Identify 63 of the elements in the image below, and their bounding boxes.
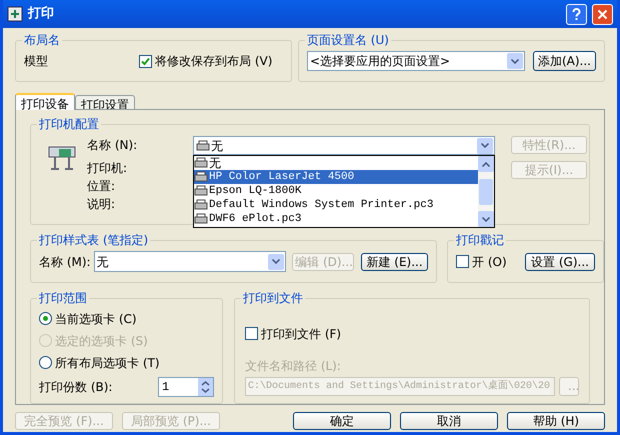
help-button[interactable] bbox=[566, 4, 587, 24]
group-title: 打印戳记 bbox=[454, 232, 506, 248]
app-icon bbox=[7, 6, 23, 22]
dropdown-button[interactable] bbox=[478, 211, 494, 227]
field-label: 说明: bbox=[87, 196, 116, 213]
checkbox-label: 将修改保存到布局 (V) bbox=[155, 53, 272, 70]
new-button[interactable]: 新建 (E)... bbox=[361, 252, 428, 271]
caret-icon bbox=[510, 58, 519, 64]
dropdown-button[interactable] bbox=[506, 53, 523, 69]
style-name-label: 名称 (M): bbox=[39, 254, 91, 271]
scroll-thumb[interactable] bbox=[479, 178, 493, 204]
radio-label: 选定的选项卡 (S) bbox=[55, 332, 148, 350]
dropdown-button[interactable] bbox=[478, 156, 494, 172]
checkbox-label: 开 (O) bbox=[472, 254, 508, 271]
radio-button[interactable] bbox=[39, 356, 52, 370]
copies-label: 打印份数 (B): bbox=[39, 378, 112, 396]
dropdown-button[interactable] bbox=[268, 254, 284, 270]
close-button[interactable] bbox=[592, 4, 613, 24]
printer-name-select[interactable]: 无 bbox=[193, 136, 495, 155]
caret-icon bbox=[272, 259, 280, 264]
group-title: 打印范围 bbox=[37, 290, 89, 306]
add-button[interactable]: 添加(A)... bbox=[532, 51, 596, 71]
dropdown-button[interactable] bbox=[477, 138, 493, 154]
copies-spinner[interactable]: 1 bbox=[158, 376, 214, 397]
spin-arrows-icon bbox=[198, 378, 213, 396]
radio-button[interactable] bbox=[39, 312, 52, 326]
printer-option[interactable]: Epson LQ-1800K bbox=[194, 184, 478, 198]
printer-option[interactable]: 无 bbox=[194, 156, 478, 170]
path-label: 文件名和路径 (L): bbox=[245, 358, 342, 375]
printer-name-label: 名称 (N): bbox=[87, 137, 138, 154]
dialog-button[interactable]: 帮助 (H) bbox=[507, 412, 605, 430]
group-title: 布局名 bbox=[22, 32, 62, 48]
field-label: 位置: bbox=[87, 178, 116, 195]
checkbox[interactable] bbox=[139, 54, 152, 68]
caret-icon bbox=[482, 162, 490, 166]
group-title: 打印机配置 bbox=[37, 116, 101, 132]
style-table-select[interactable]: 无 bbox=[94, 251, 286, 272]
printer-option[interactable]: Default Windows System Printer.pc3 bbox=[194, 198, 478, 212]
tab[interactable]: 打印设备 bbox=[15, 93, 75, 110]
close-icon bbox=[597, 8, 608, 20]
radio-label: 所有布局选项卡 (T) bbox=[55, 354, 160, 372]
checkbox[interactable] bbox=[245, 327, 258, 340]
small-printer-icon bbox=[196, 140, 210, 152]
group-title: 打印样式表 (笔指定) bbox=[37, 232, 150, 248]
group-title: 页面设置名 (U) bbox=[304, 32, 391, 48]
checkbox[interactable] bbox=[456, 255, 469, 268]
layout-name-value: 模型 bbox=[24, 53, 49, 70]
caret-icon bbox=[482, 216, 490, 222]
checkbox-label: 打印到文件 (F) bbox=[261, 326, 342, 343]
printer-option[interactable]: HP Color LaserJet 4500 bbox=[194, 170, 478, 184]
dialog-button[interactable]: 确定 bbox=[293, 412, 391, 430]
printer-name-value: 无 bbox=[211, 138, 223, 154]
page-setup-select[interactable]: <选择要应用的页面设置> bbox=[306, 51, 525, 71]
settings-button[interactable]: 设置 (G)... bbox=[525, 252, 595, 271]
group-title: 打印到文件 bbox=[241, 290, 305, 306]
printer-option[interactable]: DWF6 ePlot.pc3 bbox=[194, 212, 478, 226]
window-title: 打印 bbox=[28, 5, 55, 24]
dialog-button[interactable]: 取消 bbox=[400, 412, 498, 430]
field-label: 打印机: bbox=[87, 160, 128, 177]
caret-icon bbox=[481, 143, 489, 148]
question-mark-icon bbox=[572, 8, 581, 20]
checkmark-icon bbox=[141, 56, 150, 66]
radio-label: 当前选项卡 (C) bbox=[55, 310, 137, 328]
